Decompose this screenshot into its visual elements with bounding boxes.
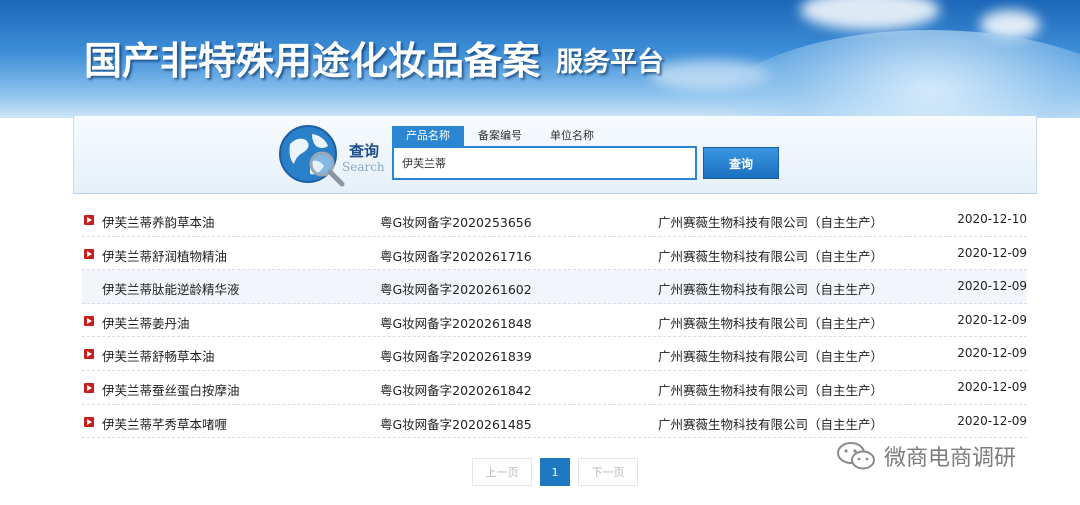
search-button[interactable]: 查询 [703,147,779,179]
company-name: 广州赛薇生物科技有限公司（自主生产） [658,349,884,365]
registration-number: 粤G妆网备字2020261602 [380,282,532,298]
search-tabs: 产品名称 备案编号 单位名称 [392,126,608,146]
search-logo-label: 查询 [349,142,380,160]
header-banner: 国产非特殊用途化妆品备案 服务平台 [0,0,1080,118]
company-name: 广州赛薇生物科技有限公司（自主生产） [658,416,884,432]
registration-number: 粤G妆网备字2020261839 [380,349,532,365]
registration-number: 粤G妆网备字2020261842 [380,382,532,398]
search-panel: 查询 Search 产品名称 备案编号 单位名称 查询 [73,116,1037,194]
globe-decoration [700,30,1080,118]
registration-number: 粤G妆网备字2020261848 [380,315,532,331]
search-logo-label-en: Search [342,160,385,174]
arrow-bullet-icon [84,215,94,225]
tab-registration-number[interactable]: 备案编号 [464,126,536,146]
pagination: 上一页 1 下一页 [472,458,638,486]
product-name-link[interactable]: 伊芙兰蒂肽能逆龄精华液 [102,279,240,298]
page-number-current[interactable]: 1 [540,458,570,486]
watermark: 微商电商调研 [836,440,1016,472]
list-item[interactable]: 伊芙兰蒂芊秀草本啫喱 粤G妆网备字2020261485 广州赛薇生物科技有限公司… [82,405,1027,439]
list-item[interactable]: 伊芙兰蒂蚕丝蛋白按摩油 粤G妆网备字2020261842 广州赛薇生物科技有限公… [82,371,1027,405]
company-name: 广州赛薇生物科技有限公司（自主生产） [658,282,884,298]
wechat-icon [837,442,875,470]
arrow-bullet-icon [84,349,94,360]
prev-page-button[interactable]: 上一页 [472,458,532,486]
product-name-link[interactable]: 伊芙兰蒂芊秀草本啫喱 [102,414,227,433]
site-title: 国产非特殊用途化妆品备案 [84,38,541,83]
list-item[interactable]: 伊芙兰蒂肽能逆龄精华液 粤G妆网备字2020261602 广州赛薇生物科技有限公… [82,270,1027,304]
tab-company-name[interactable]: 单位名称 [536,126,608,146]
list-item[interactable]: 伊芙兰蒂舒畅草本油 粤G妆网备字2020261839 广州赛薇生物科技有限公司（… [82,337,1027,371]
registration-number: 粤G妆网备字2020261485 [380,416,532,432]
company-name: 广州赛薇生物科技有限公司（自主生产） [658,315,884,331]
record-date: 2020-12-09 [957,279,1027,294]
record-date: 2020-12-09 [957,312,1027,327]
next-page-button[interactable]: 下一页 [578,458,638,486]
record-date: 2020-12-09 [957,245,1027,260]
company-name: 广州赛薇生物科技有限公司（自主生产） [658,215,884,230]
record-date: 2020-12-09 [957,413,1027,428]
globe-search-icon [279,125,345,187]
list-item[interactable]: 伊芙兰蒂姜丹油 粤G妆网备字2020261848 广州赛薇生物科技有限公司（自主… [82,304,1027,338]
arrow-bullet-icon [84,315,94,326]
list-item[interactable]: 伊芙兰蒂舒润植物精油 粤G妆网备字2020261716 广州赛薇生物科技有限公司… [82,237,1027,271]
company-name: 广州赛薇生物科技有限公司（自主生产） [658,248,884,264]
product-name-link[interactable]: 伊芙兰蒂舒畅草本油 [102,346,215,365]
record-date: 2020-12-09 [957,379,1027,394]
results-list: 伊芙兰蒂养韵草本油 粤G妆网备字2020253656 广州赛薇生物科技有限公司（… [82,203,1027,439]
arrow-bullet-icon [84,382,94,393]
product-name-link[interactable]: 伊芙兰蒂姜丹油 [102,313,190,332]
watermark-text: 微商电商调研 [884,446,1017,471]
site-subtitle: 服务平台 [556,47,664,78]
record-date: 2020-12-09 [957,346,1027,361]
list-item[interactable]: 伊芙兰蒂养韵草本油 粤G妆网备字2020253656 广州赛薇生物科技有限公司（… [82,203,1027,237]
search-input[interactable] [392,146,697,180]
registration-number: 粤G妆网备字2020253656 [380,215,532,230]
company-name: 广州赛薇生物科技有限公司（自主生产） [658,382,884,398]
record-date: 2020-12-10 [957,212,1027,226]
arrow-bullet-icon [84,248,94,259]
product-name-link[interactable]: 伊芙兰蒂养韵草本油 [102,212,215,231]
cloud-decoration [800,0,940,30]
product-name-link[interactable]: 伊芙兰蒂舒润植物精油 [102,246,227,265]
tab-product-name[interactable]: 产品名称 [392,126,464,146]
product-name-link[interactable]: 伊芙兰蒂蚕丝蛋白按摩油 [102,380,240,399]
registration-number: 粤G妆网备字2020261716 [380,248,532,264]
arrow-bullet-icon [84,416,94,427]
